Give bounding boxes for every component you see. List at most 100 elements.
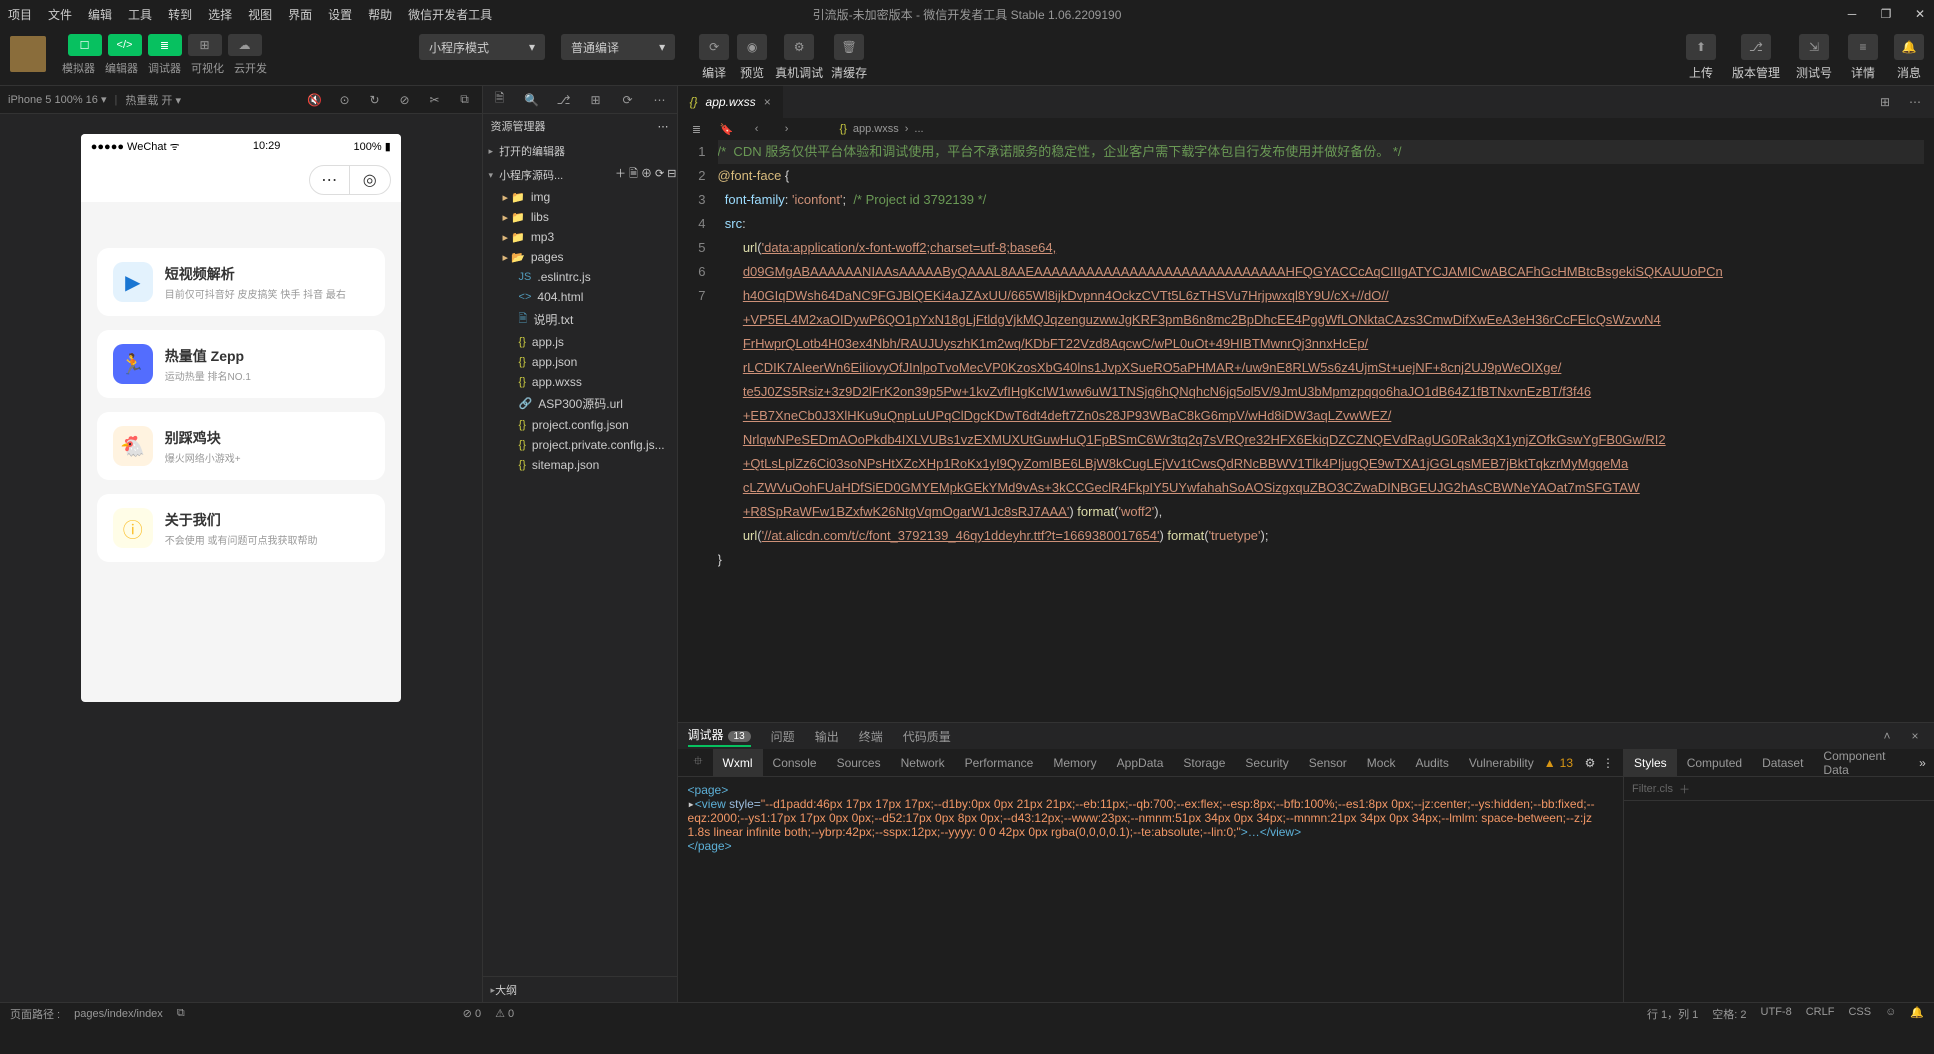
dt-tab-security[interactable]: Security: [1235, 749, 1298, 776]
home-icon[interactable]: ⊙: [336, 91, 354, 109]
menu-settings[interactable]: 设置: [326, 2, 354, 27]
menu-view[interactable]: 视图: [246, 2, 274, 27]
hot-reload-toggle[interactable]: 热重载 开 ▾: [125, 92, 181, 108]
minimize-button[interactable]: ─: [1844, 6, 1860, 22]
cloud-toggle[interactable]: ☁: [228, 34, 262, 56]
editor-toggle[interactable]: </>: [108, 34, 142, 56]
search-icon[interactable]: 🔍: [523, 91, 541, 109]
styles-filter[interactable]: Filter: [1632, 783, 1656, 795]
code-editor[interactable]: 1234567 /* CDN 服务仅供平台体验和调试使用，平台不承诺服务的稳定性…: [678, 140, 1934, 722]
card-game[interactable]: 🐔 别踩鸡块爆火网络小游戏+: [97, 412, 385, 480]
dt-kebab-icon[interactable]: ⋮: [1599, 754, 1617, 772]
menu-wxdevtools[interactable]: 微信开发者工具: [406, 2, 494, 27]
version-button[interactable]: ⎇: [1741, 34, 1771, 60]
mode-dropdown[interactable]: 小程序模式▾: [419, 34, 545, 60]
dt-rtab-styles[interactable]: Styles: [1624, 749, 1677, 776]
dt-inspect-icon[interactable]: ⯐: [684, 749, 713, 776]
file-project.private.config.js...[interactable]: {}project.private.config.js...: [483, 435, 677, 455]
menu-edit[interactable]: 编辑: [86, 2, 114, 27]
file-app.wxss[interactable]: {}app.wxss: [483, 372, 677, 392]
layout-icon[interactable]: ⊞: [587, 91, 605, 109]
dt-tab-codequality[interactable]: 代码质量: [903, 728, 951, 745]
add-class-icon[interactable]: ＋: [1679, 781, 1690, 797]
eol[interactable]: CRLF: [1806, 1006, 1835, 1022]
file-pages[interactable]: ▸ 📂pages: [483, 247, 677, 267]
more-icon[interactable]: ⋯: [651, 91, 669, 109]
dt-tab-storage[interactable]: Storage: [1173, 749, 1235, 776]
editor-more-icon[interactable]: ⋯: [1906, 93, 1924, 111]
outline-section[interactable]: 大纲: [483, 976, 677, 1002]
maximize-button[interactable]: ❐: [1878, 6, 1894, 22]
simulator-toggle[interactable]: ☐: [68, 34, 102, 56]
dt-tab-performance[interactable]: Performance: [955, 749, 1044, 776]
tab-app-wxss[interactable]: {} app.wxss ×: [678, 86, 783, 118]
menu-ui[interactable]: 界面: [286, 2, 314, 27]
close-tab-icon[interactable]: ×: [764, 95, 771, 109]
dt-rtab-computed[interactable]: Computed: [1677, 749, 1752, 776]
project-section[interactable]: 小程序源码... ＋ 🗎 ⊕ ⟳ ⊟: [483, 162, 677, 187]
menu-help[interactable]: 帮助: [366, 2, 394, 27]
debugger-toggle[interactable]: ≣: [148, 34, 182, 56]
breadcrumb[interactable]: {} app.wxss › ...: [840, 123, 924, 135]
detail-button[interactable]: ≡: [1848, 34, 1878, 60]
dt-tab-vulnerability[interactable]: Vulnerability: [1459, 749, 1544, 776]
visual-toggle[interactable]: ⊞: [188, 34, 222, 56]
dt-rtab-more-icon[interactable]: »: [1917, 754, 1934, 772]
dt-close-icon[interactable]: ×: [1906, 727, 1924, 745]
indent-spaces[interactable]: 空格: 2: [1712, 1006, 1746, 1022]
dt-tab-debugger[interactable]: 调试器13: [688, 726, 751, 747]
dt-tab-console[interactable]: Console: [763, 749, 827, 776]
mute-icon[interactable]: 🔇: [306, 91, 324, 109]
back-icon[interactable]: ⊘: [396, 91, 414, 109]
dt-tab-output[interactable]: 输出: [815, 728, 839, 745]
split-editor-icon[interactable]: ⊞: [1876, 93, 1894, 111]
copy-path-icon[interactable]: ⧉: [177, 1007, 185, 1020]
dt-gear-icon[interactable]: ⚙: [1581, 754, 1599, 772]
cls-toggle[interactable]: .cls: [1656, 783, 1673, 795]
explorer-more-icon[interactable]: ⋯: [658, 120, 669, 133]
file-说明.txt[interactable]: 🗎说明.txt: [483, 307, 677, 332]
dt-tab-sources[interactable]: Sources: [827, 749, 891, 776]
dt-tab-appdata[interactable]: AppData: [1107, 749, 1174, 776]
msg-button[interactable]: 🔔: [1894, 34, 1924, 60]
errors-count[interactable]: ⊘ 0: [463, 1007, 481, 1020]
dt-tab-terminal[interactable]: 终端: [859, 728, 883, 745]
capsule-close-icon[interactable]: ◎: [350, 166, 390, 194]
card-video-parse[interactable]: ▶ 短视频解析目前仅可抖音好 皮皮搞笑 快手 抖音 最右: [97, 248, 385, 316]
path-value[interactable]: pages/index/index: [74, 1008, 163, 1020]
bookmark-icon[interactable]: 🔖: [718, 120, 736, 138]
close-button[interactable]: ✕: [1912, 6, 1928, 22]
file-ASP300源码.url[interactable]: 🔗ASP300源码.url: [483, 392, 677, 415]
file-app.json[interactable]: {}app.json: [483, 352, 677, 372]
file-sitemap.json[interactable]: {}sitemap.json: [483, 455, 677, 475]
file-img[interactable]: ▸ 📁img: [483, 187, 677, 207]
rotate-icon[interactable]: ↻: [366, 91, 384, 109]
clearcache-button[interactable]: 🗑: [834, 34, 864, 60]
file-404.html[interactable]: <>404.html: [483, 287, 677, 307]
dt-tab-audits[interactable]: Audits: [1405, 749, 1458, 776]
card-zepp[interactable]: 🏃 热量值 Zepp运动热量 排名NO.1: [97, 330, 385, 398]
open-editors-section[interactable]: 打开的编辑器: [483, 140, 677, 162]
file-libs[interactable]: ▸ 📁libs: [483, 207, 677, 227]
dt-rtab-compdata[interactable]: Component Data: [1813, 749, 1917, 776]
bell-icon[interactable]: 🔔: [1910, 1006, 1924, 1022]
file-project.config.json[interactable]: {}project.config.json: [483, 415, 677, 435]
upload-button[interactable]: ⬆: [1686, 34, 1716, 60]
dt-tab-wxml[interactable]: Wxml: [713, 749, 763, 776]
list-icon[interactable]: ≣: [688, 120, 706, 138]
files-icon[interactable]: 🗎: [491, 91, 509, 109]
menu-file[interactable]: 文件: [46, 2, 74, 27]
cut-icon[interactable]: ✂: [426, 91, 444, 109]
nav-fwd-icon[interactable]: ›: [778, 120, 796, 138]
realdebug-button[interactable]: ⚙: [784, 34, 814, 60]
dt-tab-sensor[interactable]: Sensor: [1299, 749, 1357, 776]
card-about[interactable]: ⓘ 关于我们不会使用 或有问题可点我获取帮助: [97, 494, 385, 562]
wxml-tree[interactable]: <page> ▸<view style="--d1padd:46px 17px …: [678, 777, 1623, 1002]
file-mp3[interactable]: ▸ 📁mp3: [483, 227, 677, 247]
compile-dropdown[interactable]: 普通编译▾: [561, 34, 675, 60]
dt-warning-count[interactable]: ▲ 13: [1544, 756, 1581, 770]
feedback-icon[interactable]: ☺: [1885, 1006, 1896, 1022]
menu-tools[interactable]: 工具: [126, 2, 154, 27]
nav-back-icon[interactable]: ‹: [748, 120, 766, 138]
testacct-button[interactable]: ⇲: [1799, 34, 1829, 60]
